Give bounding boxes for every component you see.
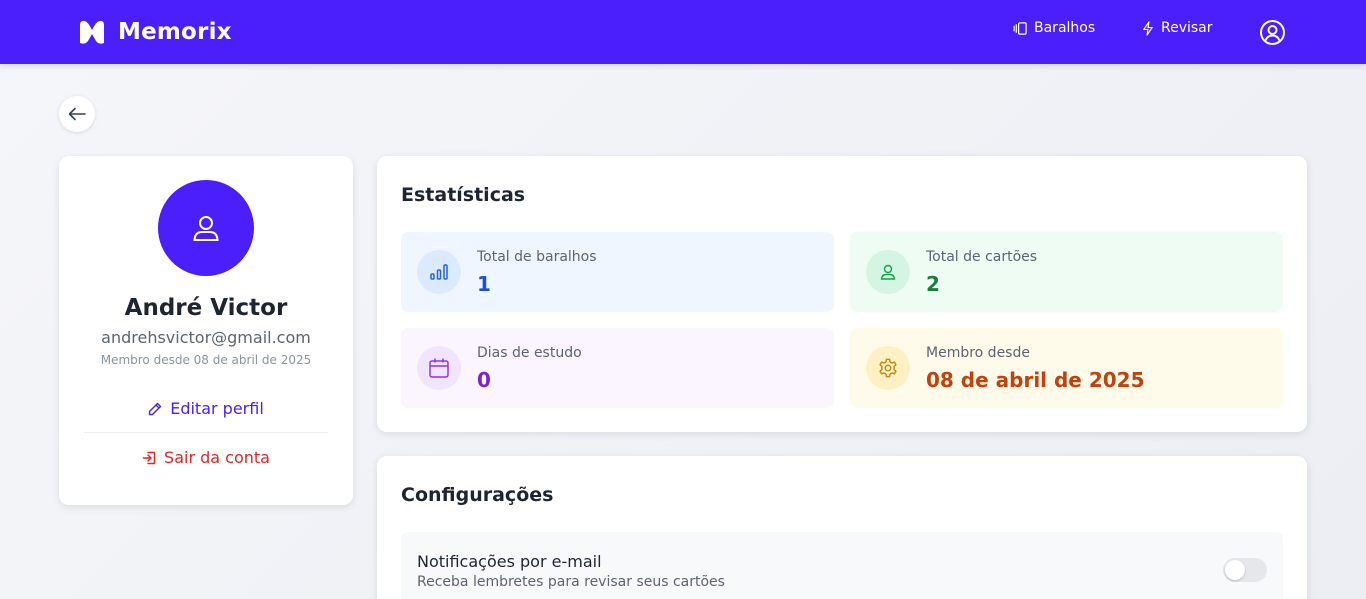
arrow-left-icon [68,107,86,121]
calendar-icon [429,358,449,378]
user-icon [193,216,219,241]
cards-icon [1013,21,1027,35]
stat-value: 08 de abril de 2025 [926,368,1145,392]
gear-icon [879,358,897,378]
stat-member-since: Membro desde 08 de abril de 2025 [850,328,1283,408]
setting-email-notifications: Notificações por e-mail Receba lembretes… [401,532,1283,599]
stat-study-days: Dias de estudo 0 [401,328,834,408]
stats-title: Estatísticas [401,184,526,206]
profile-member-since: Membro desde 08 de abril de 2025 [100,353,312,367]
brand-name: Memorix [118,19,232,45]
logout-icon [142,451,156,464]
avatar [158,180,254,276]
stat-icon-wrap [866,346,910,390]
stat-label: Dias de estudo [477,345,582,361]
stat-icon-wrap [866,250,910,294]
settings-card: Configurações Notificações por e-mail Re… [377,456,1307,599]
nav-label-review: Revisar [1161,20,1213,36]
top-navbar: Memorix Baralhos Revisar [0,0,1366,64]
stat-icon-wrap [417,250,461,294]
stat-label: Total de baralhos [477,249,597,265]
brand-link[interactable]: Memorix [78,18,232,46]
logout-label: Sair da conta [164,448,270,467]
setting-title: Notificações por e-mail [417,552,602,571]
user-circle-icon [1260,20,1285,45]
stat-label: Total de cartões [926,249,1038,265]
stat-value: 2 [926,272,940,296]
back-button[interactable] [59,96,95,132]
lightning-icon [1143,20,1153,36]
nav-link-review[interactable]: Revisar [1141,20,1213,36]
profile-card: André Victor andrehsvictor@gmail.com Mem… [59,156,353,505]
stats-card: Estatísticas Total de baralhos 1 Total d… [377,156,1307,432]
logout-button[interactable]: Sair da conta [59,448,353,467]
profile-name: André Victor [124,295,288,321]
stat-label: Membro desde [926,345,1030,361]
settings-title: Configurações [401,484,554,506]
user-icon [880,264,896,280]
bar-chart-icon [430,264,448,280]
profile-email: andrehsvictor@gmail.com [101,328,311,347]
stat-value: 1 [477,272,491,296]
memorix-logo-icon [80,20,104,44]
stat-value: 0 [477,368,491,392]
user-menu-button[interactable] [1259,19,1286,46]
divider [84,432,328,433]
toggle-knob [1225,560,1245,580]
stat-total-cards: Total de cartões 2 [850,232,1283,312]
email-notifications-toggle[interactable] [1223,558,1267,582]
stat-total-decks: Total de baralhos 1 [401,232,834,312]
stat-icon-wrap [417,346,461,390]
edit-profile-button[interactable]: Editar perfil [59,399,353,418]
nav-label-decks: Baralhos [1034,20,1096,36]
setting-description: Receba lembretes para revisar seus cartõ… [417,574,725,590]
nav-link-decks[interactable]: Baralhos [1013,20,1095,36]
pencil-icon [149,402,162,415]
edit-profile-label: Editar perfil [170,399,264,418]
